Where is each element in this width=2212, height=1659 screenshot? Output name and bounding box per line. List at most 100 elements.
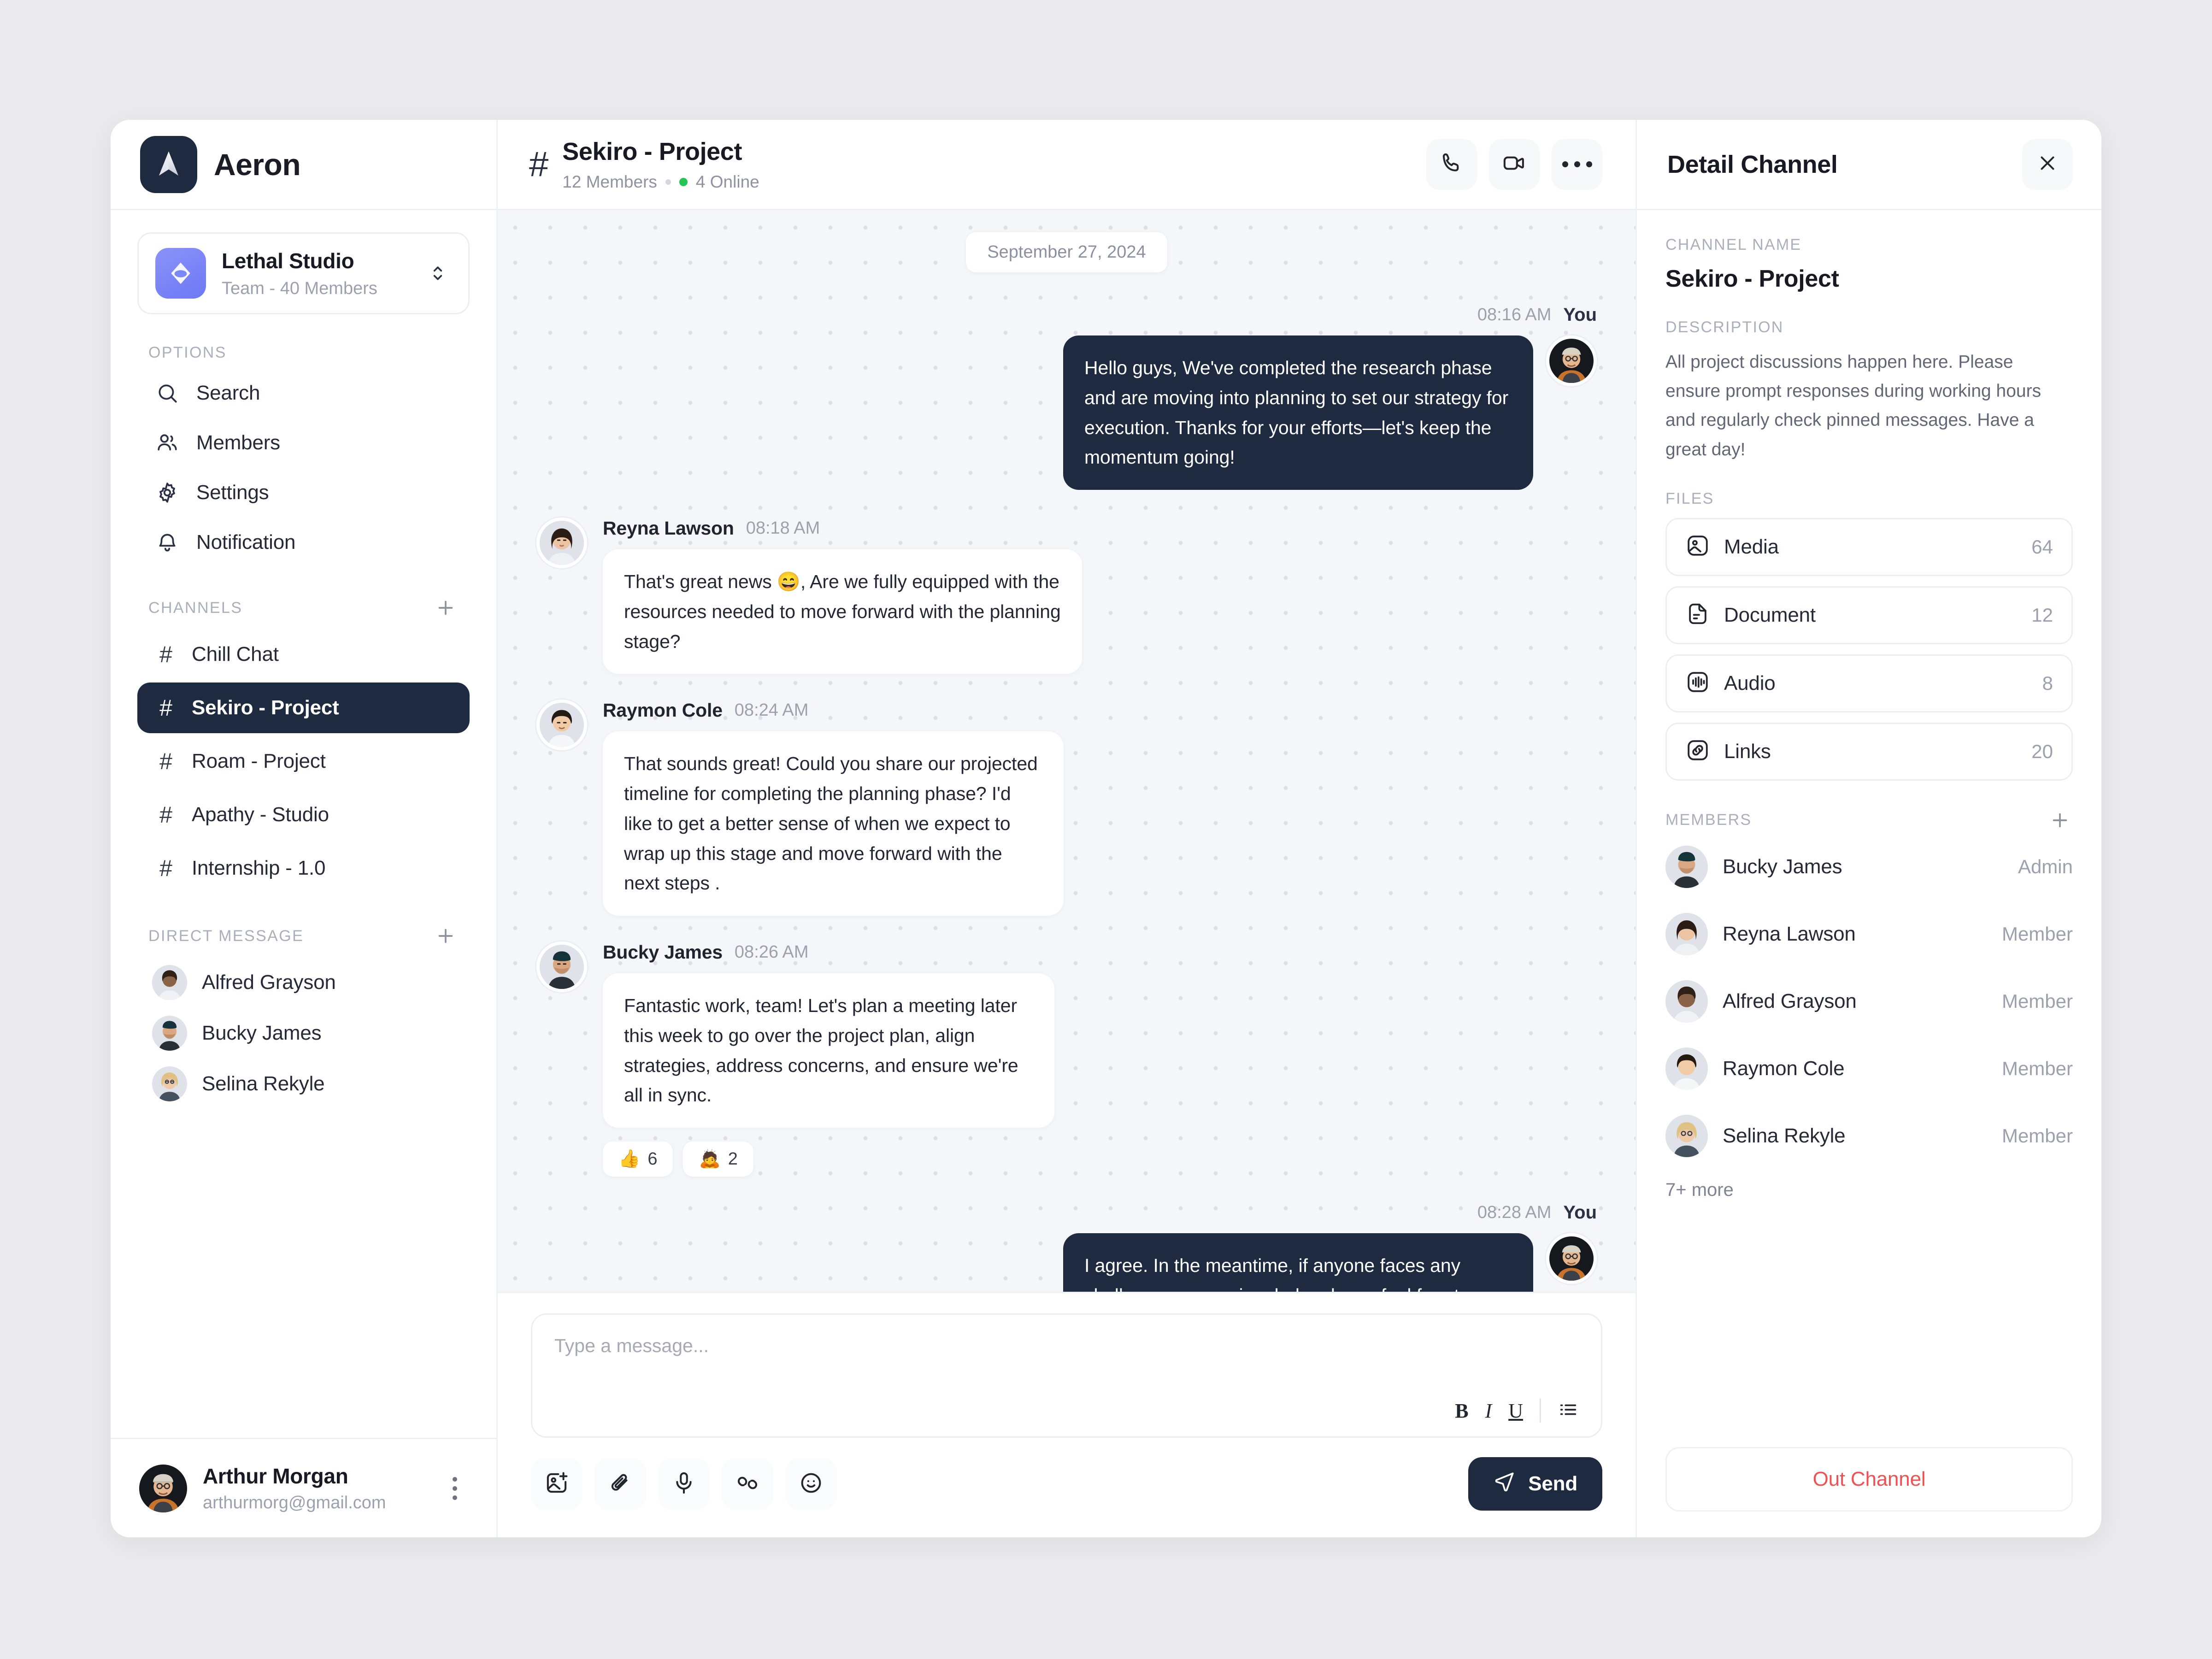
member-name: Selina Rekyle bbox=[1723, 1124, 1846, 1147]
video-call-button[interactable] bbox=[1489, 139, 1540, 190]
add-channel-button[interactable] bbox=[433, 595, 459, 621]
message-time: 08:16 AM bbox=[1477, 305, 1552, 324]
reaction-count: 6 bbox=[647, 1149, 658, 1169]
current-user-email: arthurmorg@gmail.com bbox=[203, 1493, 386, 1512]
avatar bbox=[1665, 980, 1708, 1023]
dm-label: Bucky James bbox=[202, 1022, 322, 1044]
member-role: Member bbox=[2001, 990, 2073, 1012]
message-input-box[interactable]: Type a message... B I U bbox=[531, 1313, 1602, 1438]
channel-name-value: Sekiro - Project bbox=[1665, 265, 1839, 292]
sidebar-item-label: Members bbox=[196, 431, 280, 454]
reaction-emoji: 🙇 bbox=[699, 1149, 721, 1169]
member-name: Reyna Lawson bbox=[1723, 922, 1856, 945]
file-name: Links bbox=[1724, 740, 1771, 763]
workspace-switcher[interactable]: Lethal Studio Team - 40 Members bbox=[137, 232, 470, 314]
insert-link-button[interactable] bbox=[722, 1458, 773, 1510]
avatar bbox=[1665, 845, 1708, 888]
member-row[interactable]: Raymon Cole Member bbox=[1665, 1035, 2073, 1102]
separator-dot bbox=[665, 179, 671, 185]
microphone-icon bbox=[671, 1471, 696, 1498]
file-row-links[interactable]: Links 20 bbox=[1665, 722, 2073, 781]
members-count: 12 Members bbox=[562, 172, 657, 191]
avatar bbox=[152, 1066, 187, 1101]
audio-wave-icon bbox=[1685, 670, 1710, 697]
message-meta: Bucky James 08:26 AM bbox=[603, 941, 1054, 963]
close-detail-button[interactable] bbox=[2022, 139, 2073, 190]
online-status-dot bbox=[679, 177, 688, 186]
channel-label: Internship - 1.0 bbox=[192, 857, 326, 879]
member-row[interactable]: Bucky James Admin bbox=[1665, 833, 2073, 900]
file-name: Document bbox=[1724, 603, 1816, 626]
sidebar-item-label: Search bbox=[196, 382, 260, 404]
add-member-button[interactable] bbox=[2047, 807, 2073, 833]
message-list[interactable]: September 27, 2024 08:16 AM You Hello gu… bbox=[498, 210, 1635, 1292]
sidebar-channel-chill-chat[interactable]: # Chill Chat bbox=[137, 629, 470, 680]
avatar bbox=[1665, 1047, 1708, 1090]
sidebar-channel-apathy-studio[interactable]: # Apathy - Studio bbox=[137, 789, 470, 840]
reaction-chip[interactable]: 🙇 2 bbox=[683, 1141, 753, 1177]
channel-label: Apathy - Studio bbox=[192, 803, 329, 826]
sidebar-dm-selina-rekyle[interactable]: Selina Rekyle bbox=[137, 1059, 470, 1109]
message-meta: Raymon Cole 08:24 AM bbox=[603, 700, 1064, 721]
message-meta: 08:28 AM You bbox=[1477, 1202, 1597, 1223]
file-count: 8 bbox=[2042, 672, 2053, 694]
voice-record-button[interactable] bbox=[658, 1458, 710, 1510]
voice-call-button[interactable] bbox=[1426, 139, 1477, 190]
send-button[interactable]: Send bbox=[1468, 1457, 1602, 1511]
message-time: 08:26 AM bbox=[734, 942, 809, 962]
bold-button[interactable]: B bbox=[1455, 1399, 1468, 1423]
members-label: MEMBERS bbox=[1665, 811, 1752, 829]
italic-button[interactable]: I bbox=[1485, 1399, 1492, 1423]
file-row-media[interactable]: Media 64 bbox=[1665, 518, 2073, 576]
dm-label: Alfred Grayson bbox=[202, 971, 336, 994]
current-user-card[interactable]: Arthur Morgan arthurmorg@gmail.com bbox=[111, 1438, 496, 1537]
underline-button[interactable]: U bbox=[1508, 1399, 1523, 1423]
list-icon[interactable] bbox=[1558, 1399, 1579, 1423]
sidebar-dm-alfred-grayson[interactable]: Alfred Grayson bbox=[137, 957, 470, 1008]
avatar bbox=[536, 518, 587, 569]
attach-file-button[interactable] bbox=[594, 1458, 646, 1510]
brand-header: Aeron bbox=[111, 120, 496, 210]
out-channel-button[interactable]: Out Channel bbox=[1665, 1447, 2073, 1512]
link-icon bbox=[735, 1471, 760, 1498]
message-author: Bucky James bbox=[603, 941, 723, 963]
detail-header: Detail Channel bbox=[1637, 120, 2101, 210]
member-row[interactable]: Reyna Lawson Member bbox=[1665, 900, 2073, 968]
aeron-logo-icon bbox=[140, 135, 197, 193]
avatar bbox=[536, 941, 587, 993]
member-row[interactable]: Alfred Grayson Member bbox=[1665, 968, 2073, 1035]
hash-icon: # bbox=[159, 748, 172, 774]
reaction-chip[interactable]: 👍 6 bbox=[603, 1141, 673, 1177]
link-icon bbox=[1685, 738, 1710, 765]
more-vertical-icon[interactable] bbox=[442, 1477, 468, 1500]
hash-icon: # bbox=[159, 855, 172, 881]
add-dm-button[interactable] bbox=[433, 923, 459, 949]
sidebar-dm-bucky-james[interactable]: Bucky James bbox=[137, 1008, 470, 1059]
more-options-button[interactable] bbox=[1552, 139, 1602, 190]
sidebar-channel-internship-1-0[interactable]: # Internship - 1.0 bbox=[137, 843, 470, 894]
smiley-icon bbox=[799, 1471, 824, 1498]
attach-image-button[interactable] bbox=[531, 1458, 582, 1510]
sidebar-channel-roam-project[interactable]: # Roam - Project bbox=[137, 736, 470, 787]
sidebar-item-search[interactable]: Search bbox=[137, 370, 470, 416]
avatar bbox=[1665, 1114, 1708, 1157]
message-time: 08:24 AM bbox=[734, 700, 809, 720]
bell-icon bbox=[154, 531, 181, 554]
sidebar-channel-sekiro-project[interactable]: # Sekiro - Project bbox=[137, 682, 470, 733]
sidebar-item-members[interactable]: Members bbox=[137, 420, 470, 466]
file-row-audio[interactable]: Audio 8 bbox=[1665, 654, 2073, 712]
file-count: 64 bbox=[2031, 535, 2053, 558]
sidebar-item-settings[interactable]: Settings bbox=[137, 470, 470, 516]
close-icon bbox=[2036, 152, 2059, 177]
chevron-up-down-icon[interactable] bbox=[424, 263, 452, 283]
sidebar-item-notification[interactable]: Notification bbox=[137, 519, 470, 565]
more-members-link[interactable]: 7+ more bbox=[1665, 1180, 2073, 1200]
file-row-document[interactable]: Document 12 bbox=[1665, 586, 2073, 644]
channel-name-label: CHANNEL NAME bbox=[1665, 236, 1802, 253]
emoji-picker-button[interactable] bbox=[785, 1458, 837, 1510]
gear-icon bbox=[154, 481, 181, 504]
member-row[interactable]: Selina Rekyle Member bbox=[1665, 1102, 2073, 1170]
member-name: Bucky James bbox=[1723, 855, 1842, 878]
message-outgoing: 08:16 AM You Hello guys, We've completed… bbox=[536, 305, 1597, 490]
paperclip-icon bbox=[608, 1471, 633, 1498]
